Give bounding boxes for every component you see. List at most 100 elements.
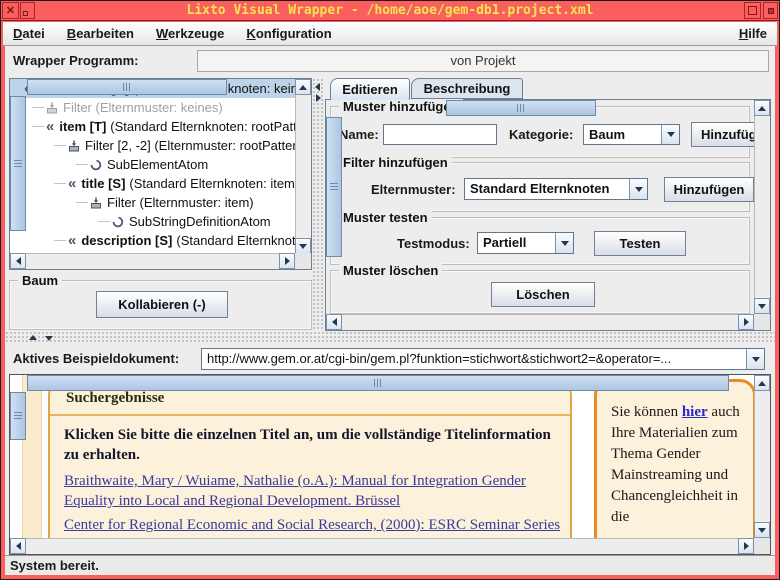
chevron-down-icon[interactable] [555,233,573,253]
tree-item[interactable]: SubElementAtom [10,155,295,174]
tree-hscroll-thumb[interactable] [27,79,227,95]
tree-item[interactable]: Filter (Elternmuster: keines) [10,98,295,117]
scrollbar-corner [754,314,770,330]
browser-scroll-right-button[interactable] [738,538,754,554]
tree-item[interactable]: SubStringDefinitionAtom [10,212,295,231]
editor-vscroll-track[interactable] [754,100,770,314]
maximize-icon [748,6,757,15]
results-intro: Klicken Sie bitte die einzelnen Titel an… [64,425,556,465]
delete-pattern-title: Muster löschen [339,263,442,278]
menu-datei[interactable]: Datei [13,26,45,41]
browser-viewport: Suchergebnisse Klicken Sie bitte die ein… [10,375,754,538]
browser-vscroll-track[interactable] [754,375,770,538]
side-info-box: Sie können hier auch Ihre Materialien zu… [594,379,754,538]
app-content: Wrapper Programm: von Projekt «rootPatte… [5,46,775,575]
add-pattern-button[interactable]: Hinzufügen [691,122,755,147]
chevron-down-icon[interactable] [629,179,647,199]
tree-item[interactable]: Filter (Elternmuster: item) [10,193,295,212]
browser-scroll-down-button[interactable] [754,522,770,538]
chevron-down-icon[interactable] [661,125,679,144]
editor-hscroll-track[interactable] [326,314,754,330]
chevron-down-icon[interactable] [746,349,764,369]
up-arrow-icon [299,85,307,90]
editor-hscroll-thumb[interactable] [446,100,596,116]
baum-group-title: Baum [18,273,62,288]
collapse-up-icon[interactable] [29,335,37,340]
tree-connector [98,221,110,222]
search-results-box: Suchergebnisse Klicken Sie bitte die ein… [48,383,572,538]
window-menu-button[interactable] [763,2,778,19]
tree-viewport[interactable]: «rootPattern [D] (Standard Elternknoten:… [10,79,295,253]
tree-scroll-up-button[interactable] [295,79,311,95]
browser-hscroll-thumb[interactable] [27,375,729,391]
editor-scroll-down-button[interactable] [754,298,770,314]
filter-icon [68,140,80,152]
tree-scroll-down-button[interactable] [295,238,311,254]
tree-vscroll-track[interactable] [295,79,311,253]
browser-scroll-left-button[interactable] [10,538,26,554]
tree-item[interactable]: «description [S] (Standard Elternknoten [10,231,295,250]
test-pattern-group: Muster testen Testmodus: Partiell Testen [330,217,750,265]
category-label: Kategorie: [509,127,573,142]
browser-hscroll-track[interactable] [10,538,754,554]
expand-down-icon[interactable] [45,336,53,341]
left-arrow-icon [16,257,21,265]
tree-scroll-right-button[interactable] [279,253,295,269]
test-mode-combobox[interactable]: Partiell [477,232,574,254]
add-filter-button[interactable]: Hinzufügen [664,177,754,202]
editor-scroll-left-button[interactable] [326,314,342,330]
pattern-icon: « [68,235,76,247]
menu-bearbeiten[interactable]: Bearbeiten [67,26,134,41]
hier-link[interactable]: hier [682,404,708,420]
window-maximize-button[interactable] [744,2,761,19]
result-link[interactable]: Center for Regional Economic and Social … [64,515,568,538]
tree-item[interactable]: Filter [2, -2] (Elternmuster: rootPatter… [10,136,295,155]
up-arrow-icon [758,381,766,386]
result-link[interactable]: Braithwaite, Mary / Wuiame, Nathalie (o.… [64,471,568,511]
name-label: Name: [339,127,379,142]
main-split-pane: «rootPattern [D] (Standard Elternknoten:… [9,78,771,331]
right-arrow-icon [285,257,290,265]
scrollbar-corner [754,538,770,554]
vertical-split-divider[interactable] [312,78,325,331]
pattern-icon: « [68,178,76,190]
name-input[interactable] [383,124,497,145]
title-bar[interactable]: ✕ Lixto Visual Wrapper - /home/aoe/gem-d… [1,1,779,21]
add-filter-title: Filter hinzufügen [339,155,452,170]
filter-icon [46,102,58,114]
pattern-icon: « [46,121,54,133]
tab-beschreibung[interactable]: Beschreibung [411,78,523,99]
atom-icon [112,216,124,228]
tree-item[interactable]: «title [S] (Standard Elternknoten: item) [10,174,295,193]
window-menu-icon [768,8,774,14]
browser-vscroll-thumb[interactable] [10,392,26,440]
delete-button[interactable]: Löschen [491,282,595,307]
expand-right-icon[interactable] [316,94,321,102]
browser-scroll-up-button[interactable] [754,375,770,391]
category-combobox[interactable]: Baum [583,124,680,145]
status-bar: System bereit. [5,555,775,575]
menu-werkzeuge[interactable]: Werkzeuge [156,26,224,41]
menu-konfiguration[interactable]: Konfiguration [246,26,331,41]
tree-hscroll-track[interactable] [10,253,295,269]
editor-scroll-right-button[interactable] [738,314,754,330]
parent-pattern-combobox[interactable]: Standard Elternknoten [464,178,648,200]
tree-vscroll-thumb[interactable] [10,96,26,231]
collapse-button[interactable]: Kollabieren (-) [96,291,228,318]
down-arrow-icon [758,304,766,309]
right-arrow-icon [744,542,749,550]
tree-item[interactable]: «item [T] (Standard Elternknoten: rootPa… [10,117,295,136]
wrapper-program-row: Wrapper Programm: von Projekt [5,46,775,76]
down-arrow-icon [299,244,307,249]
collapse-left-icon[interactable] [315,83,320,91]
test-button[interactable]: Testen [594,231,686,256]
editor-vscroll-thumb[interactable] [326,117,342,257]
tab-editieren[interactable]: Editieren [330,78,410,100]
menu-hilfe[interactable]: Hilfe [739,26,767,41]
editor-scroll-up-button[interactable] [754,100,770,116]
tree-connector [32,126,44,127]
horizontal-split-divider[interactable] [5,331,775,344]
left-arrow-icon [332,318,337,326]
tree-scroll-left-button[interactable] [10,253,26,269]
active-document-combobox[interactable]: http://www.gem.or.at/cgi-bin/gem.pl?funk… [201,348,765,370]
